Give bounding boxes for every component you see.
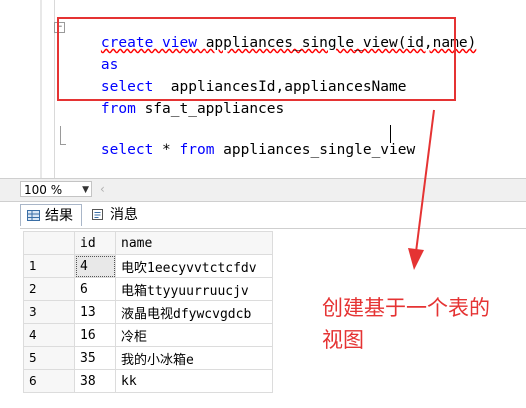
annotation-line-1: 创建基于一个表的 (322, 296, 490, 320)
cell-id[interactable]: 35 (74, 346, 116, 370)
row-number[interactable]: 2 (23, 277, 75, 301)
column-header-id[interactable]: id (74, 231, 116, 255)
tab-messages-label: 消息 (110, 207, 138, 223)
keyword-from: from (100, 101, 136, 117)
cell-name[interactable]: 我的小冰箱e (115, 346, 273, 370)
cell-id[interactable]: 16 (74, 323, 116, 347)
zoom-select[interactable]: 100 % ▼ (20, 181, 92, 197)
sql-editor[interactable]: − create view appliances_single_view(id,… (0, 0, 526, 178)
tab-results[interactable]: 结果 (20, 204, 82, 226)
star-token: * (153, 142, 180, 158)
header-row: id name (23, 231, 273, 255)
grid-icon (27, 210, 40, 221)
cell-id[interactable]: 6 (74, 277, 116, 301)
cell-name[interactable]: 电吹1eecyvvtctcfdv (115, 254, 273, 278)
scroll-left-icon[interactable]: ‹ (100, 182, 105, 196)
text-cursor (390, 125, 391, 143)
keyword-from: from (179, 142, 215, 158)
keyword-select: select (100, 142, 154, 158)
message-icon (92, 209, 103, 220)
row-number[interactable]: 1 (23, 254, 75, 278)
cell-name[interactable]: 电箱ttyyuurruucjv (115, 277, 273, 301)
cell-id[interactable]: 13 (74, 300, 116, 324)
selection-margin (40, 0, 42, 178)
tab-results-label: 结果 (45, 208, 73, 224)
view-name: appliances_single_view (214, 142, 416, 158)
cell-id[interactable]: 38 (74, 369, 116, 393)
block-bracket (60, 126, 66, 145)
tab-messages[interactable]: 消息 (86, 204, 146, 226)
row-number[interactable]: 5 (23, 346, 75, 370)
table-row[interactable]: 4 16 冷柜 (23, 323, 273, 347)
cell-id[interactable]: 4 (74, 254, 116, 278)
table-row[interactable]: 6 38 kk (23, 369, 273, 393)
table-row[interactable]: 2 6 电箱ttyyuurruucjv (23, 277, 273, 301)
column-header-name[interactable]: name (115, 231, 273, 255)
results-grid[interactable]: id name 1 4 电吹1eecyvvtctcfdv 2 6 电箱ttyyu… (23, 231, 273, 393)
chevron-down-icon[interactable]: ▼ (82, 182, 89, 198)
annotation-text: 创建基于一个表的 视图 (322, 292, 522, 356)
table-row[interactable]: 1 4 电吹1eecyvvtctcfdv (23, 254, 273, 278)
row-number-header[interactable] (23, 231, 75, 255)
cell-name[interactable]: kk (115, 369, 273, 393)
cell-name[interactable]: 液晶电视dfywcvgdcb (115, 300, 273, 324)
code-line-5: select * from appliances_single_view (66, 126, 415, 174)
row-number[interactable]: 6 (23, 369, 75, 393)
source-table: sfa_t_appliances (135, 101, 285, 117)
row-number[interactable]: 4 (23, 323, 75, 347)
table-row[interactable]: 5 35 我的小冰箱e (23, 346, 273, 370)
table-row[interactable]: 3 13 液晶电视dfywcvgdcb (23, 300, 273, 324)
zoom-value: 100 % (24, 183, 63, 197)
cell-name[interactable]: 冷柜 (115, 323, 273, 347)
editor-status-bar: 100 % ▼ ‹ (0, 178, 526, 202)
highlight-box (57, 17, 456, 101)
row-number[interactable]: 3 (23, 300, 75, 324)
results-gutter (0, 228, 20, 407)
annotation-line-2: 视图 (322, 328, 364, 352)
